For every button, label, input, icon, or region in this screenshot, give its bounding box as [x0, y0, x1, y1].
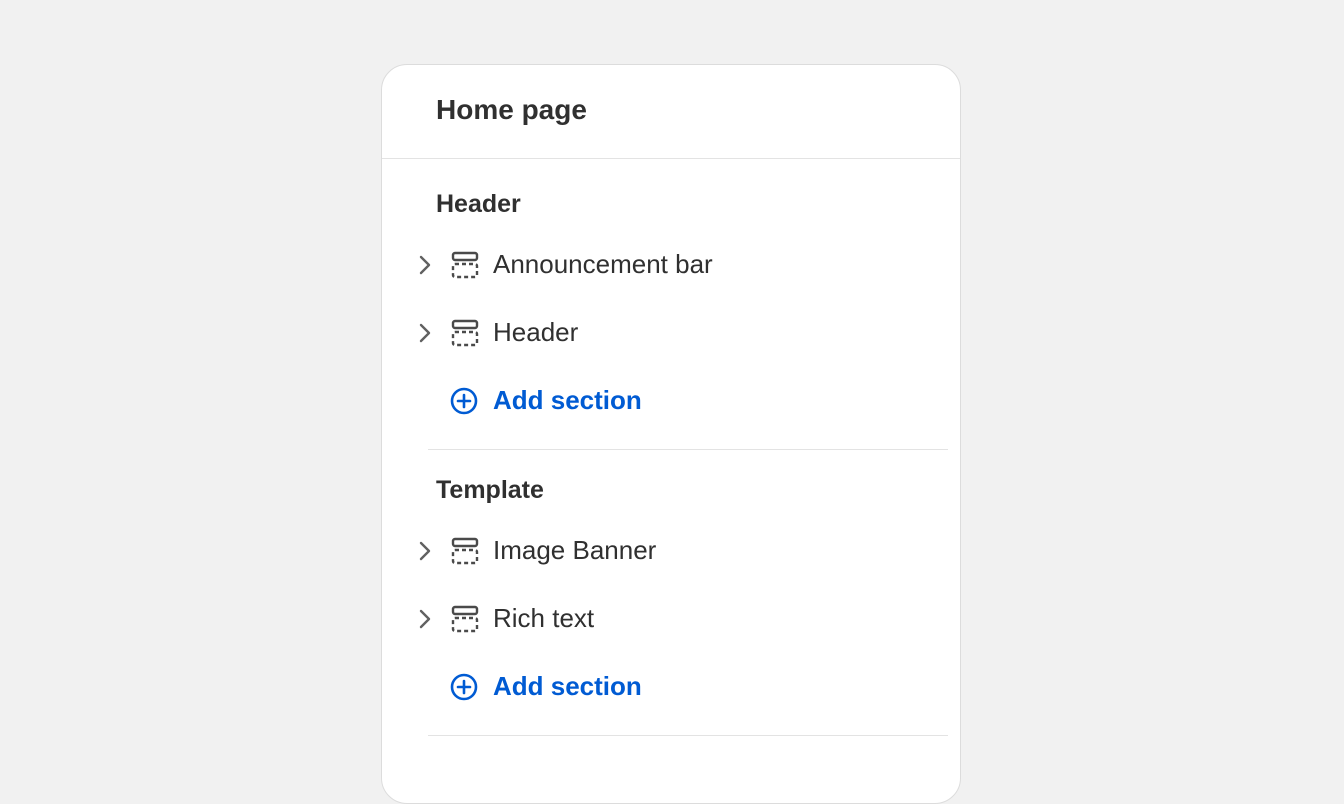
plus-circle-icon	[450, 387, 478, 415]
section-item-rich-text[interactable]: Rich text	[382, 589, 960, 649]
chevron-right-icon[interactable]	[412, 320, 438, 346]
group-divider	[428, 735, 948, 736]
chevron-right-icon[interactable]	[412, 538, 438, 564]
section-item-label: Header	[493, 317, 579, 347]
section-item-label: Image Banner	[493, 535, 657, 565]
panel-header: Home page	[382, 65, 960, 159]
section-icon	[451, 251, 479, 279]
sections-panel: Home page Header Announcement bar Header	[381, 64, 961, 804]
section-icon	[451, 605, 479, 633]
section-item-header[interactable]: Header	[382, 303, 960, 363]
group-divider	[428, 449, 948, 450]
section-item-label: Rich text	[493, 603, 595, 633]
chevron-right-icon[interactable]	[412, 252, 438, 278]
add-section-label: Add section	[493, 385, 642, 415]
group-title: Header	[436, 190, 521, 218]
add-section-label: Add section	[493, 671, 642, 701]
chevron-right-icon[interactable]	[412, 606, 438, 632]
group-title: Template	[436, 476, 544, 504]
section-item-label: Announcement bar	[493, 249, 713, 279]
section-icon	[451, 319, 479, 347]
plus-circle-icon	[450, 673, 478, 701]
section-icon	[451, 537, 479, 565]
section-item-image-banner[interactable]: Image Banner	[382, 521, 960, 581]
page-title: Home page	[436, 94, 587, 125]
add-section-button[interactable]: Add section	[382, 371, 960, 431]
section-item-announcement-bar[interactable]: Announcement bar	[382, 235, 960, 295]
add-section-button[interactable]: Add section	[382, 657, 960, 717]
